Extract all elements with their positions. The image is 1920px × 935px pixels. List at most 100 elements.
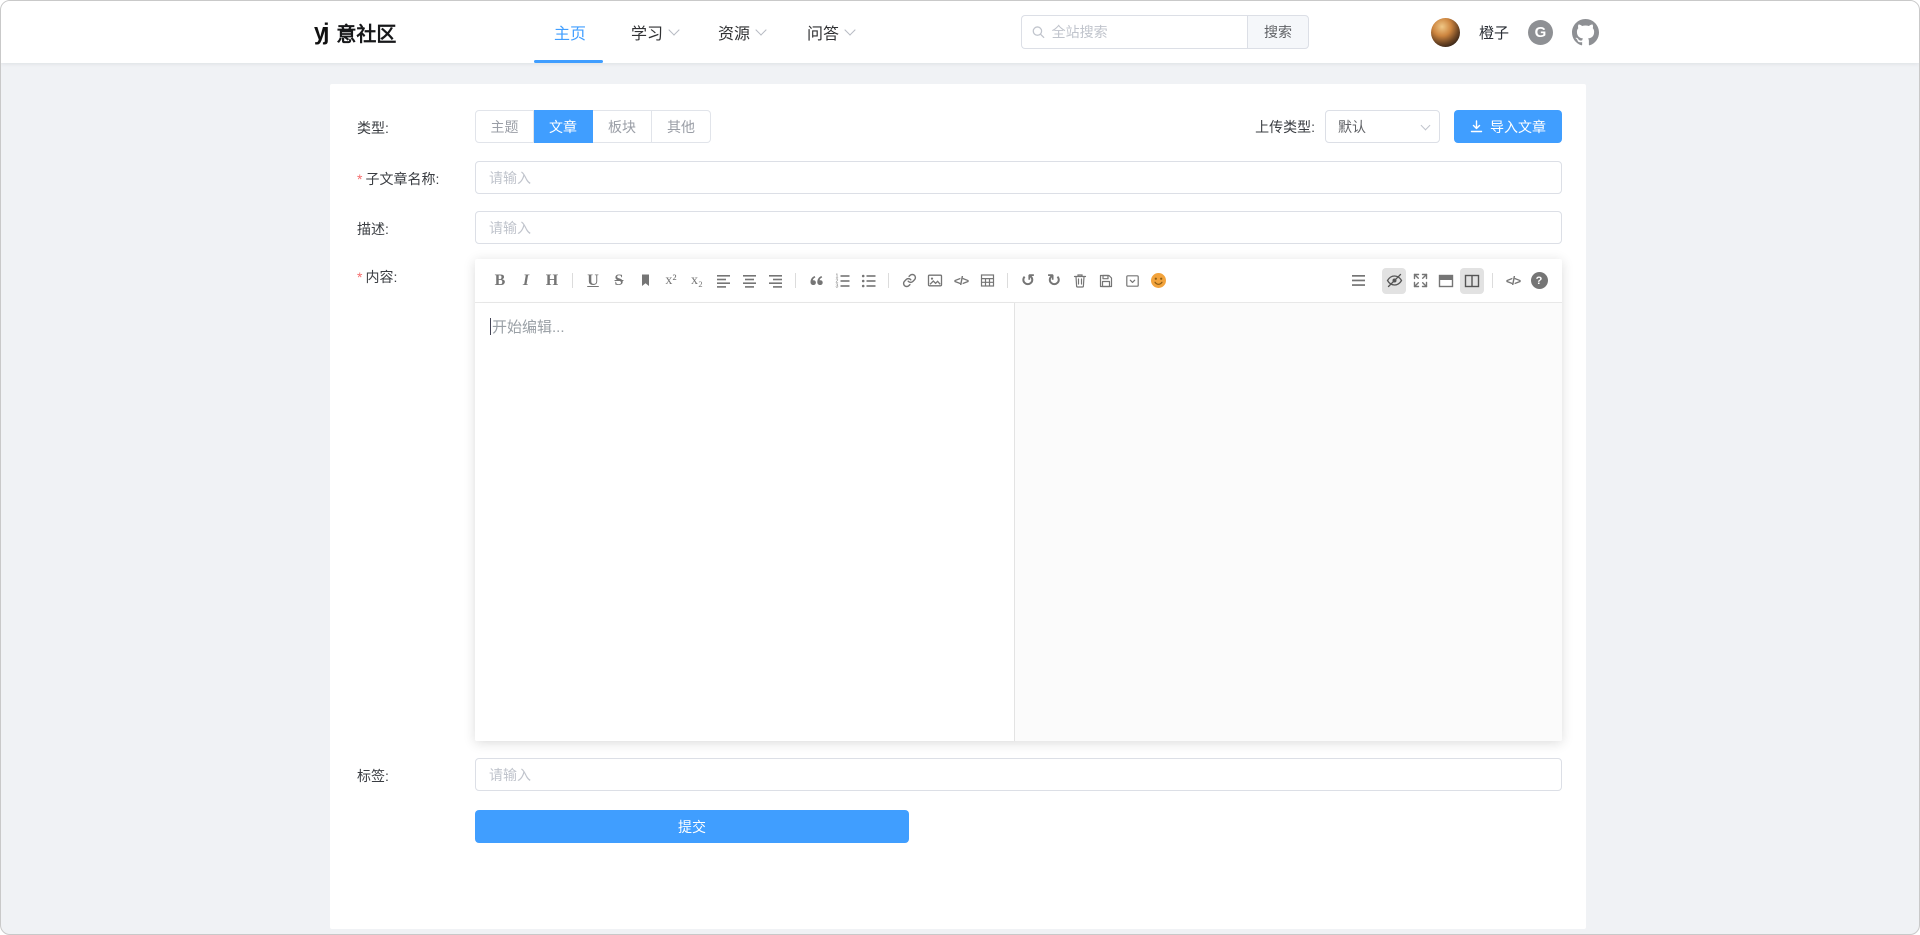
tags-input[interactable] — [475, 758, 1562, 791]
heading-icon[interactable]: H — [540, 268, 564, 294]
header: yj 意社区 主页 学习 资源 问答 搜索 — [1, 1, 1919, 63]
redo-icon[interactable]: ↻ — [1042, 268, 1066, 294]
nav-active-underline — [534, 60, 603, 63]
single-pane-icon[interactable] — [1434, 268, 1458, 294]
help-icon[interactable]: ? — [1527, 268, 1551, 294]
strikethrough-icon[interactable]: S — [607, 268, 631, 294]
chevron-down-icon — [1421, 121, 1431, 131]
markdown-editor: B I H U S x² x₂ — [475, 259, 1562, 741]
bold-icon[interactable]: B — [488, 268, 512, 294]
editor-input-pane[interactable]: 开始编辑... — [475, 303, 1015, 741]
link-icon[interactable] — [897, 268, 921, 294]
user-area: 橙子 G — [1431, 1, 1599, 63]
nav-label: 学习 — [631, 20, 663, 44]
toolbar-separator — [1492, 273, 1493, 288]
save-icon[interactable] — [1094, 268, 1118, 294]
toolbar-left-group: B I H U S x² x₂ — [487, 268, 1171, 294]
nav-item-qa[interactable]: 问答 — [807, 1, 854, 63]
search-group: 搜索 — [1021, 15, 1309, 49]
content-label: *内容: — [357, 259, 475, 741]
type-option-other[interactable]: 其他 — [652, 110, 711, 143]
help-glyph: ? — [1531, 272, 1548, 289]
chevron-down-icon — [668, 24, 679, 35]
nav-label: 资源 — [718, 20, 750, 44]
content-row: *内容: B I H U S — [357, 259, 1562, 741]
type-option-board[interactable]: 板块 — [593, 110, 652, 143]
app-window: yj 意社区 主页 学习 资源 问答 搜索 — [0, 0, 1920, 935]
avatar[interactable] — [1431, 18, 1460, 47]
unordered-list-icon[interactable] — [856, 268, 880, 294]
subscript-icon[interactable]: x₂ — [685, 268, 709, 294]
trash-icon[interactable] — [1068, 268, 1092, 294]
chevron-down-icon — [755, 24, 766, 35]
toolbar-right-group: </> ? — [1345, 268, 1552, 294]
chevron-down-icon — [844, 24, 855, 35]
editor-preview-pane — [1015, 303, 1562, 741]
image-icon[interactable] — [923, 268, 947, 294]
brand[interactable]: yj 意社区 — [314, 1, 396, 63]
fullscreen-icon[interactable] — [1408, 268, 1432, 294]
superscript-icon[interactable]: x² — [659, 268, 683, 294]
sub-article-name-input[interactable] — [475, 161, 1562, 194]
editor-placeholder: 开始编辑... — [492, 319, 565, 336]
toolbar-separator — [1007, 273, 1008, 288]
preview-toggle-icon[interactable] — [1382, 268, 1406, 294]
form-card: 类型: 主题 文章 板块 其他 上传类型: 默认 — [330, 84, 1586, 929]
italic-icon[interactable]: I — [514, 268, 538, 294]
table-icon[interactable] — [975, 268, 999, 294]
search-button[interactable]: 搜索 — [1247, 15, 1309, 49]
export-icon[interactable] — [1120, 268, 1144, 294]
search-input[interactable] — [1052, 24, 1237, 40]
download-icon — [1470, 120, 1483, 133]
html-view-icon[interactable]: </> — [1501, 268, 1525, 294]
nav-item-resources[interactable]: 资源 — [718, 1, 765, 63]
undo-icon[interactable]: ↺ — [1016, 268, 1040, 294]
upload-type-label: 上传类型: — [1255, 117, 1315, 137]
editor-toolbar: B I H U S x² x₂ — [475, 259, 1562, 303]
toolbar-separator — [795, 273, 796, 288]
align-left-icon[interactable] — [711, 268, 735, 294]
mark-icon[interactable] — [633, 268, 657, 294]
text-caret — [490, 318, 491, 335]
type-row: 类型: 主题 文章 板块 其他 上传类型: 默认 — [357, 110, 1562, 143]
required-mark: * — [357, 269, 362, 285]
editor-panes: 开始编辑... — [475, 303, 1562, 741]
type-label: 类型: — [357, 110, 475, 143]
required-mark: * — [357, 171, 362, 187]
sub-article-name-label: *子文章名称: — [357, 161, 475, 194]
description-input[interactable] — [475, 211, 1562, 244]
brand-name: 意社区 — [336, 18, 396, 47]
import-article-button[interactable]: 导入文章 — [1454, 110, 1562, 143]
search-icon — [1032, 25, 1045, 39]
submit-button[interactable]: 提交 — [475, 810, 909, 843]
split-pane-icon[interactable] — [1460, 268, 1484, 294]
description-label: 描述: — [357, 211, 475, 244]
nav-item-home[interactable]: 主页 — [554, 1, 586, 63]
underline-icon[interactable]: U — [581, 268, 605, 294]
gitee-icon[interactable]: G — [1528, 20, 1553, 45]
navigation-icon[interactable] — [1346, 268, 1370, 294]
nav-item-learn[interactable]: 学习 — [631, 1, 678, 63]
svg-text:3: 3 — [835, 284, 838, 288]
github-icon[interactable] — [1572, 19, 1599, 46]
nav-label: 问答 — [807, 20, 839, 44]
code-block-icon[interactable]: </> — [949, 268, 973, 294]
quote-icon[interactable] — [804, 268, 828, 294]
sub-article-name-row: *子文章名称: — [357, 161, 1562, 194]
search-box — [1021, 15, 1247, 49]
align-right-icon[interactable] — [763, 268, 787, 294]
toolbar-separator — [572, 273, 573, 288]
type-option-article[interactable]: 文章 — [534, 110, 593, 143]
logo-icon: yj — [314, 18, 326, 45]
nav-label: 主页 — [554, 20, 586, 44]
emoji-icon[interactable] — [1146, 268, 1170, 294]
ordered-list-icon[interactable]: 1 2 3 — [830, 268, 854, 294]
upload-type-value: 默认 — [1338, 117, 1366, 137]
toolbar-separator — [888, 273, 889, 288]
upload-type-select[interactable]: 默认 — [1325, 110, 1440, 143]
type-option-topic[interactable]: 主题 — [475, 110, 534, 143]
submit-row: 提交 — [357, 810, 1562, 843]
username[interactable]: 橙子 — [1479, 22, 1509, 43]
type-segmented-control: 主题 文章 板块 其他 — [475, 110, 711, 143]
align-center-icon[interactable] — [737, 268, 761, 294]
